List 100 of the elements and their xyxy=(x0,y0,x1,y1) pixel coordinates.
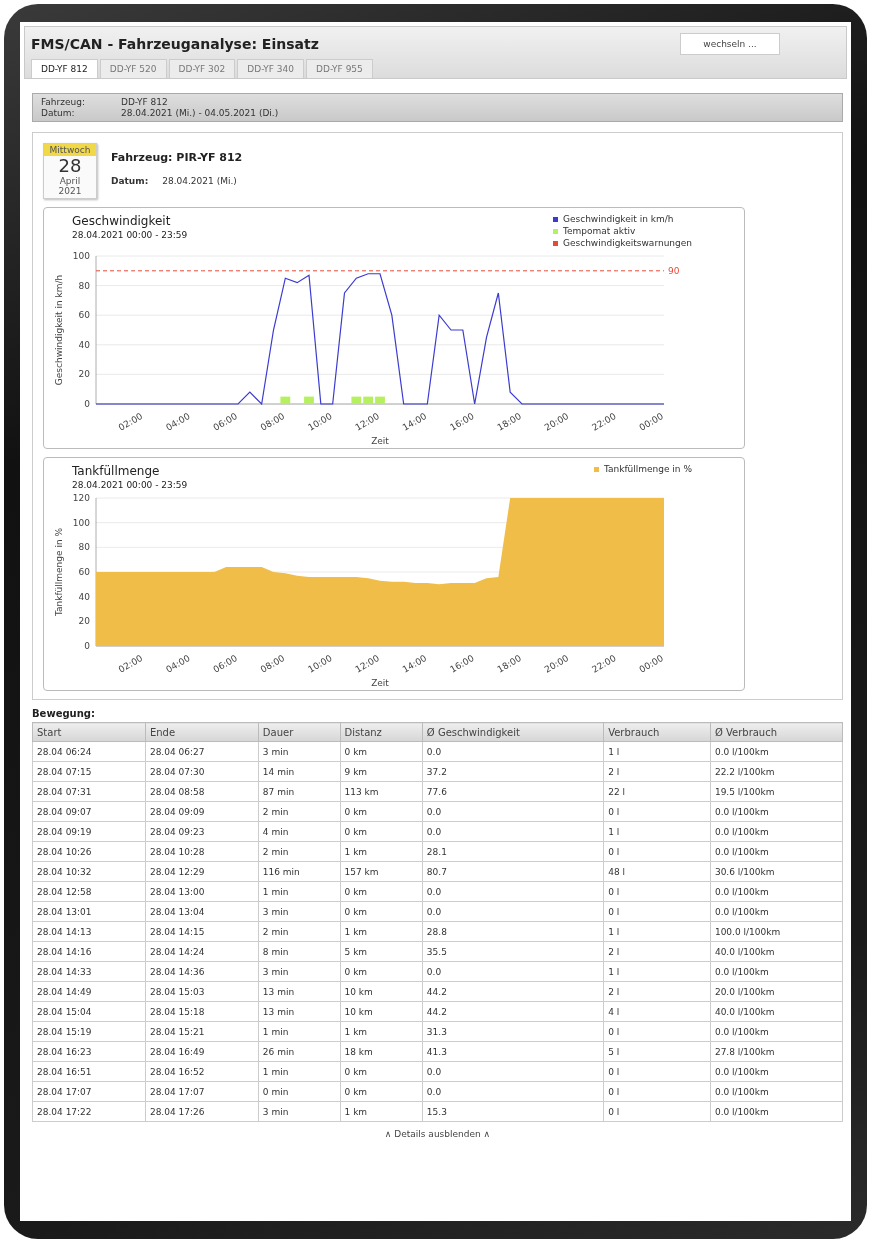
table-cell: 28.1 xyxy=(422,841,604,862)
table-cell: 0.0 l/100km xyxy=(710,1061,843,1082)
table-cell: 28.04 07:30 xyxy=(145,761,259,782)
table-cell: 28.04 16:49 xyxy=(145,1041,259,1062)
table-cell: 14 min xyxy=(258,761,341,782)
table-cell: 0 km xyxy=(340,1061,423,1082)
x-axis-title: Zeit xyxy=(371,678,389,688)
vehicle-tab[interactable]: DD-YF 302 xyxy=(168,59,236,78)
vehicle-tab[interactable]: DD-YF 955 xyxy=(306,59,373,78)
table-cell: 28.04 16:52 xyxy=(145,1061,259,1082)
table-cell: 0.0 xyxy=(422,1081,604,1102)
table-cell: 26 min xyxy=(258,1041,341,1062)
y-axis-title: Geschwindigkeit in km/h xyxy=(54,274,64,386)
table-cell: 1 l xyxy=(603,961,711,982)
table-cell: 0.0 l/100km xyxy=(710,821,843,842)
table-cell: 15.3 xyxy=(422,1101,604,1122)
table-cell: 3 min xyxy=(258,901,341,922)
table-cell: 0 l xyxy=(603,1021,711,1042)
table-cell: 30.6 l/100km xyxy=(710,861,843,882)
table-cell: 28.04 08:58 xyxy=(145,781,259,802)
table-cell: 18 km xyxy=(340,1041,423,1062)
table-cell: 8 min xyxy=(258,941,341,962)
table-cell: 0.0 xyxy=(422,1061,604,1082)
table-cell: 10 km xyxy=(340,1001,423,1022)
table-cell: 28.04 09:07 xyxy=(32,801,146,822)
vehicle-tab[interactable]: DD-YF 340 xyxy=(237,59,305,78)
table-cell: 28.04 10:32 xyxy=(32,861,146,882)
table-cell: 28.04 14:33 xyxy=(32,961,146,982)
table-cell: 2 l xyxy=(603,761,711,782)
table-cell: 1 km xyxy=(340,841,423,862)
table-cell: 28.8 xyxy=(422,921,604,942)
table-cell: 0.0 l/100km xyxy=(710,901,843,922)
table-cell: 0 km xyxy=(340,901,423,922)
table-cell: 1 min xyxy=(258,881,341,902)
switch-button[interactable]: wechseln ... xyxy=(680,33,780,55)
info-value: 28.04.2021 (Mi.) - 04.05.2021 (Di.) xyxy=(121,108,280,118)
table-cell: 28.04 17:26 xyxy=(145,1101,259,1122)
column-header: Verbrauch xyxy=(603,722,711,742)
table-cell: 28.04 15:19 xyxy=(32,1021,146,1042)
table-cell: 1 km xyxy=(340,921,423,942)
table-cell: 28.04 12:58 xyxy=(32,881,146,902)
table-cell: 100.0 l/100km xyxy=(710,921,843,942)
table-cell: 0.0 l/100km xyxy=(710,741,843,762)
table-cell: 0 km xyxy=(340,801,423,822)
y-tick-label: 40 xyxy=(78,339,90,350)
legend-label: Tankfüllmenge in % xyxy=(603,464,692,474)
table-cell: 0 km xyxy=(340,821,423,842)
legend-label: Geschwindigkeit in km/h xyxy=(563,214,674,224)
column-header: Dauer xyxy=(258,722,341,742)
table-cell: 157 km xyxy=(340,861,423,882)
table-cell: 0 l xyxy=(603,901,711,922)
table-cell: 0 km xyxy=(340,881,423,902)
table-cell: 28.04 10:26 xyxy=(32,841,146,862)
table-cell: 0.0 xyxy=(422,961,604,982)
table-cell: 28.04 15:21 xyxy=(145,1021,259,1042)
section-title: Bewegung: xyxy=(32,708,96,719)
table-cell: 4 min xyxy=(258,821,341,842)
table-cell: 2 min xyxy=(258,921,341,942)
cruise-control-bar xyxy=(304,396,314,404)
table-cell: 44.2 xyxy=(422,1001,604,1022)
y-tick-label: 100 xyxy=(72,251,90,261)
vehicle-tab[interactable]: DD-YF 812 xyxy=(31,59,98,78)
column-header: Distanz xyxy=(340,722,423,742)
y-tick-label: 100 xyxy=(72,517,90,528)
hide-details-link[interactable]: ∧ Details ausblenden ∧ xyxy=(384,1125,491,1143)
table-cell: 28.04 15:04 xyxy=(32,1001,146,1022)
table-cell: 35.5 xyxy=(422,941,604,962)
table-cell: 28.04 10:28 xyxy=(145,841,259,862)
legend-label: Geschwindigkeitswarnungen xyxy=(563,238,692,248)
table-cell: 28.04 13:04 xyxy=(145,901,259,922)
table-cell: 0.0 l/100km xyxy=(710,1101,843,1122)
table-cell: 0.0 xyxy=(422,821,604,842)
table-cell: 28.04 16:23 xyxy=(32,1041,146,1062)
table-cell: 1 km xyxy=(340,1021,423,1042)
table-cell: 77.6 xyxy=(422,781,604,802)
y-tick-label: 80 xyxy=(78,280,90,291)
vehicle-tab[interactable]: DD-YF 520 xyxy=(99,59,167,78)
table-cell: 37.2 xyxy=(422,761,604,782)
y-tick-label: 60 xyxy=(78,567,90,577)
column-header: Ø Geschwindigkeit xyxy=(422,722,604,742)
table-cell: 31.3 xyxy=(422,1021,604,1042)
table-cell: 19.5 l/100km xyxy=(710,781,843,802)
table-cell: 28.04 16:51 xyxy=(32,1061,146,1082)
table-cell: 3 min xyxy=(258,1101,341,1122)
page-title: FMS/CAN - Fahrzeuganalyse: Einsatz xyxy=(31,36,319,52)
table-cell: 116 min xyxy=(258,861,341,882)
y-tick-label: 120 xyxy=(72,493,90,503)
table-cell: 13 min xyxy=(258,1001,341,1022)
table-cell: 87 min xyxy=(258,781,341,802)
table-cell: 41.3 xyxy=(422,1041,604,1062)
y-tick-label: 0 xyxy=(84,641,90,651)
chart-title: Geschwindigkeit xyxy=(72,214,172,228)
table-cell: 28.04 17:07 xyxy=(145,1081,259,1102)
table-cell: 10 km xyxy=(340,981,423,1002)
column-header: Ende xyxy=(145,722,259,742)
table-cell: 27.8 l/100km xyxy=(710,1041,843,1062)
table-cell: 0 l xyxy=(603,1101,711,1122)
calendar-icon: Mittwoch 28 April 2021 xyxy=(43,143,97,199)
y-axis-title: Tankfüllmenge in % xyxy=(54,527,64,617)
date-label: Datum: xyxy=(111,176,149,186)
